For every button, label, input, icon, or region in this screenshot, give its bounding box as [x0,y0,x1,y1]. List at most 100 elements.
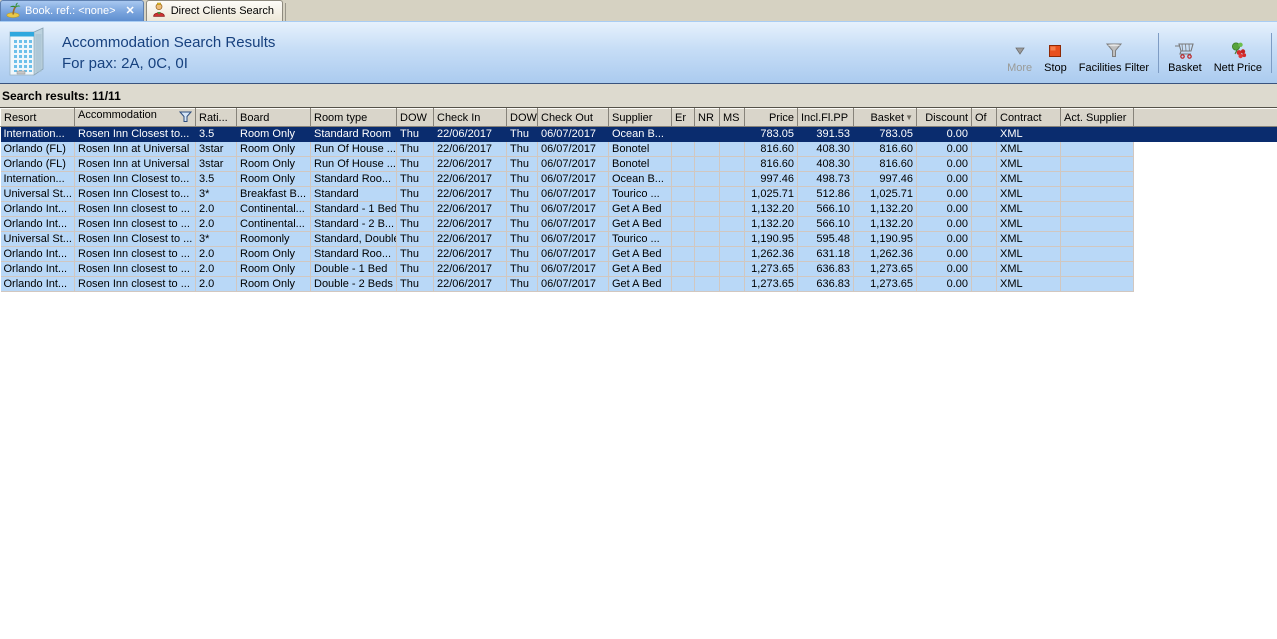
column-header-label: Check In [437,111,481,124]
cell-contract: XML [996,171,1061,187]
cell-act-supplier [1060,231,1134,247]
cell-rati: 2.0 [195,216,237,232]
cell-filler [1133,216,1277,232]
cell-rati: 2.0 [195,201,237,217]
cell-basket: 1,273.65 [853,261,917,277]
cell-check-out: 06/07/2017 [537,126,609,142]
column-header-basket[interactable]: Basket▼ [853,108,917,127]
more-button[interactable]: More [1001,30,1038,76]
column-header-label: Rati... [199,111,228,124]
table-row-1[interactable]: Internation... Rosen Inn Closest to... 3.5… [0,126,1277,142]
cell-er [671,246,695,262]
cell-rati: 2.0 [195,276,237,292]
cell-act-supplier [1060,126,1134,142]
cell-dow: Thu [506,216,538,232]
column-header-price[interactable]: Price [744,108,798,127]
cell-discount: 0.00 [916,231,972,247]
cell-price: 816.60 [744,156,798,172]
facilities-filter-button[interactable]: Facilities Filter [1073,30,1155,76]
table-row-11[interactable]: Orlando Int... Rosen Inn closest to ... 2.… [0,276,1277,292]
cell-incl-fl-pp: 566.10 [797,201,854,217]
column-header-label: Act. Supplier [1064,111,1127,124]
table-row-2[interactable]: Orlando (FL) Rosen Inn at Universal 3star R… [0,141,1277,157]
cell-rati: 3* [195,231,237,247]
column-header-check-in[interactable]: Check In [433,108,507,127]
cell-dow: Thu [506,186,538,202]
filter-funnel-icon[interactable] [178,111,193,126]
column-header-board[interactable]: Board [236,108,311,127]
table-row-5[interactable]: Universal St... Rosen Inn Closest to... 3*… [0,186,1277,202]
cell-basket: 1,273.65 [853,276,917,292]
table-row-7[interactable]: Orlando Int... Rosen Inn closest to ... 2.… [0,216,1277,232]
cell-act-supplier [1060,276,1134,292]
cell-filler [1133,171,1277,187]
cell-resort: Internation... [0,126,75,142]
column-header-er[interactable]: Er [671,108,695,127]
column-header-label: Board [240,111,270,124]
cell-ms [719,171,745,187]
cell-room-type: Run Of House ... [310,141,397,157]
cell-check-in: 22/06/2017 [433,186,507,202]
column-header-accommodation[interactable]: Accommodation [74,108,196,127]
cell-act-supplier [1060,186,1134,202]
basket-button[interactable]: Basket [1162,30,1208,76]
cell-basket: 816.60 [853,141,917,157]
column-header-label: Price [768,111,794,124]
cell-ms [719,186,745,202]
cell-discount: 0.00 [916,141,972,157]
table-row-8[interactable]: Universal St... Rosen Inn Closest to ... 3… [0,231,1277,247]
cell-price: 1,132.20 [744,216,798,232]
cell-er [671,171,695,187]
column-header-contract[interactable]: Contract [996,108,1061,127]
cell-check-in: 22/06/2017 [433,141,507,157]
cell-check-out: 06/07/2017 [537,171,609,187]
cell-accommodation: Rosen Inn at Universal [74,156,196,172]
nett-price-button[interactable]: Nett Price [1208,30,1268,76]
cell-supplier: Bonotel [608,156,672,172]
cell-room-type: Standard - 1 Bed [310,201,397,217]
column-header-rati[interactable]: Rati... [195,108,237,127]
column-header-dow[interactable]: DOW [396,108,434,127]
column-header-resort[interactable]: Resort [0,108,75,127]
cell-dow: Thu [506,276,538,292]
column-header-ms[interactable]: MS [719,108,745,127]
cell-dow: Thu [396,246,434,262]
cell-room-type: Double - 2 Beds [310,276,397,292]
cell-rati: 3* [195,186,237,202]
column-header-label: Basket [870,111,905,124]
cell-accommodation: Rosen Inn closest to ... [74,246,196,262]
cell-board: Room Only [236,156,311,172]
column-header-filler [1133,108,1277,127]
column-header-incl-fl-pp[interactable]: Incl.Fl.PP [797,108,854,127]
column-header-label: Supplier [612,111,653,124]
cell-of [971,201,997,217]
column-header-label: Incl.Fl.PP [801,111,849,124]
table-row-10[interactable]: Orlando Int... Rosen Inn closest to ... 2.… [0,261,1277,277]
column-header-supplier[interactable]: Supplier [608,108,672,127]
table-row-6[interactable]: Orlando Int... Rosen Inn closest to ... 2.… [0,201,1277,217]
cell-board: Continental... [236,216,311,232]
stop-button[interactable]: Stop [1038,30,1073,76]
cell-basket: 1,132.20 [853,216,917,232]
cell-dow: Thu [396,201,434,217]
close-icon[interactable]: ✕ [126,5,135,17]
column-header-discount[interactable]: Discount [916,108,972,127]
cell-supplier: Get A Bed [608,201,672,217]
tab-booking-ref[interactable]: Book. ref.: <none> ✕ [0,0,144,21]
column-header-label: Of [975,111,987,124]
cell-of [971,261,997,277]
cell-supplier: Get A Bed [608,276,672,292]
cell-filler [1133,201,1277,217]
column-header-act-supplier[interactable]: Act. Supplier [1060,108,1134,127]
table-row-9[interactable]: Orlando Int... Rosen Inn closest to ... 2.… [0,246,1277,262]
cell-of [971,216,997,232]
table-row-4[interactable]: Internation... Rosen Inn Closest to... 3.5… [0,171,1277,187]
column-header-room-type[interactable]: Room type [310,108,397,127]
column-header-check-out[interactable]: Check Out [537,108,609,127]
column-header-of[interactable]: Of [971,108,997,127]
cell-dow: Thu [506,141,538,157]
tab-direct-clients-search[interactable]: Direct Clients Search [145,0,284,21]
table-row-3[interactable]: Orlando (FL) Rosen Inn at Universal 3star R… [0,156,1277,172]
column-header-dow[interactable]: DOW [506,108,538,127]
column-header-nr[interactable]: NR [694,108,720,127]
